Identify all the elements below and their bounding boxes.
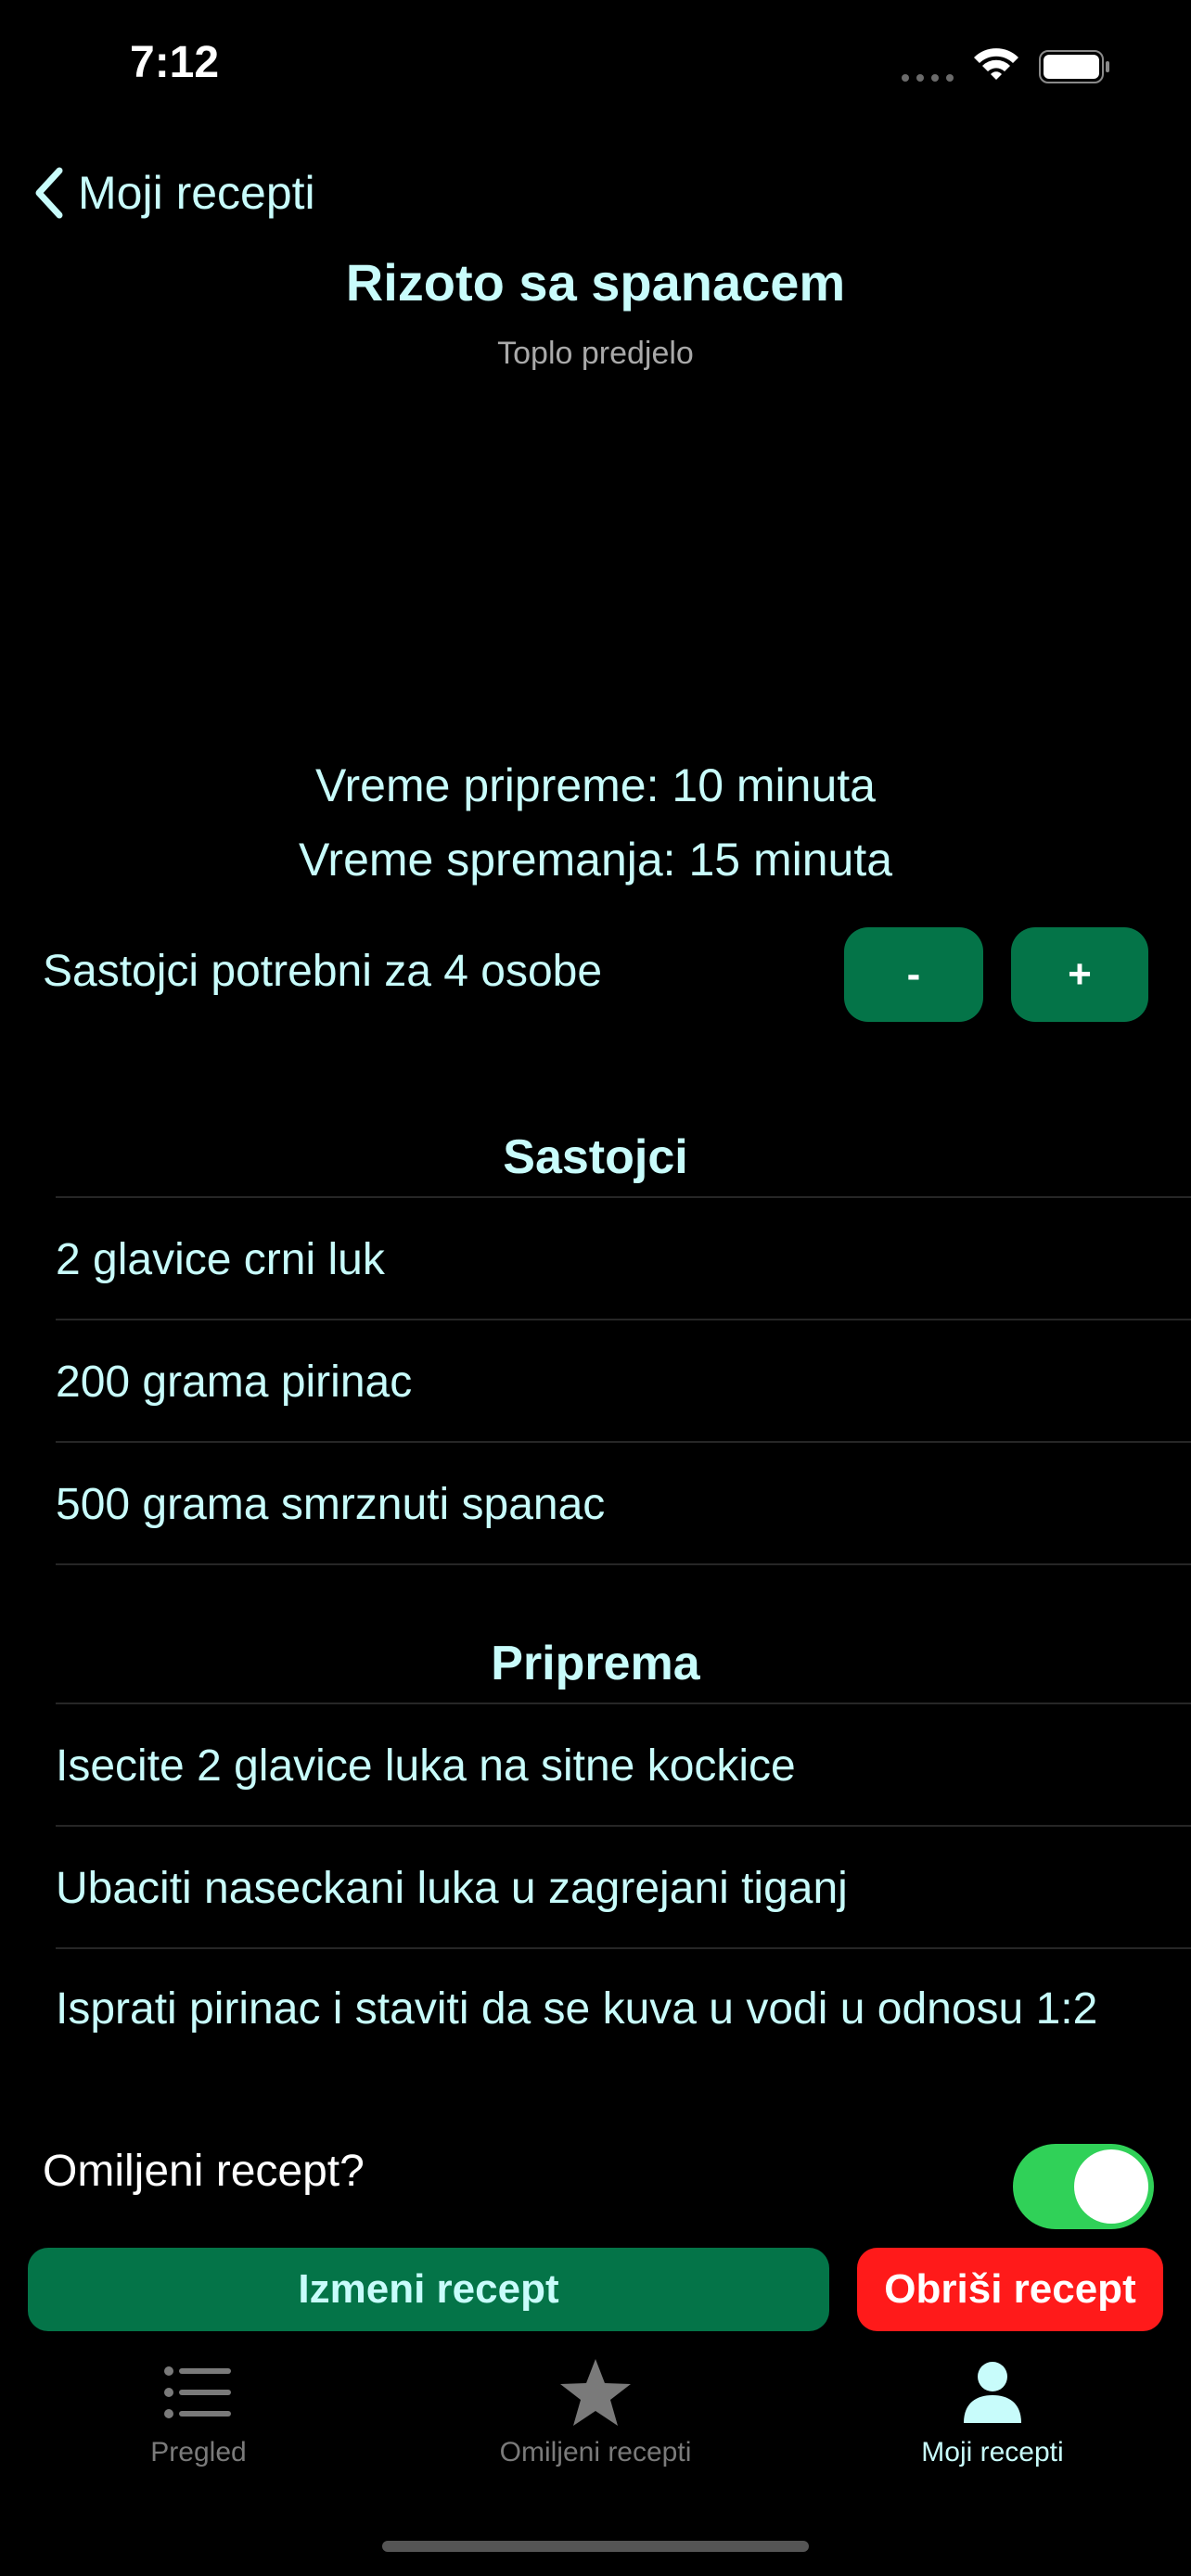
servings-text: Sastojci potrebni za 4 osobe (43, 947, 603, 996)
tab-label: Omiljeni recepti (499, 2437, 692, 2468)
tab-omiljeni-recepti[interactable]: Omiljeni recepti (456, 2355, 735, 2468)
ingredient-item: 500 grama smrznuti spanac (56, 1480, 606, 1529)
edit-recipe-button[interactable]: Izmeni recept (28, 2248, 829, 2331)
ingredients-title: Sastojci (503, 1130, 688, 1184)
ingredient-item: 200 grama pirinac (56, 1358, 413, 1407)
divider (56, 1702, 1191, 1704)
divider (56, 1563, 1191, 1565)
divider (56, 1947, 1191, 1949)
preparation-step: Isprati pirinac i staviti da se kuva u v… (56, 1984, 1098, 2034)
person-icon (853, 2355, 1132, 2429)
tab-label: Pregled (150, 2437, 247, 2468)
cook-time: Vreme spremanja: 15 minuta (298, 834, 893, 886)
divider (56, 1441, 1191, 1443)
status-time: 7:12 (130, 38, 220, 87)
delete-recipe-button[interactable]: Obriši recept (857, 2248, 1163, 2331)
preparation-title: Priprema (491, 1637, 700, 1690)
battery-icon (1039, 50, 1111, 83)
star-icon (456, 2355, 735, 2429)
favorite-label: Omiljeni recept? (43, 2147, 365, 2196)
tab-label: Moji recepti (921, 2437, 1064, 2468)
home-indicator[interactable] (382, 2541, 809, 2552)
back-button-label: Moji recepti (78, 167, 315, 219)
list-icon (59, 2355, 338, 2429)
recipe-title: Rizoto sa spanacem (345, 253, 846, 312)
preparation-step: Ubaciti naseckani luka u zagrejani tigan… (56, 1864, 848, 1913)
preparation-step: Isecite 2 glavice luka na sitne kockice (56, 1741, 796, 1791)
back-button[interactable]: Moji recepti (33, 159, 315, 226)
divider (56, 1319, 1191, 1320)
tab-pregled[interactable]: Pregled (59, 2355, 338, 2468)
cellular-signal-icon (902, 74, 957, 83)
tab-moji-recepti[interactable]: Moji recepti (853, 2355, 1132, 2468)
ingredient-item: 2 glavice crni luk (56, 1235, 385, 1284)
wifi-icon (972, 45, 1020, 82)
divider (56, 1196, 1191, 1198)
chevron-left-icon (35, 167, 63, 219)
toggle-knob (1074, 2149, 1148, 2224)
divider (56, 1825, 1191, 1827)
increase-servings-button[interactable]: + (1011, 927, 1148, 1022)
favorite-toggle[interactable] (1013, 2144, 1154, 2229)
decrease-servings-button[interactable]: - (844, 927, 983, 1022)
prep-time: Vreme pripreme: 10 minuta (315, 759, 876, 811)
recipe-category: Toplo predjelo (497, 336, 694, 371)
